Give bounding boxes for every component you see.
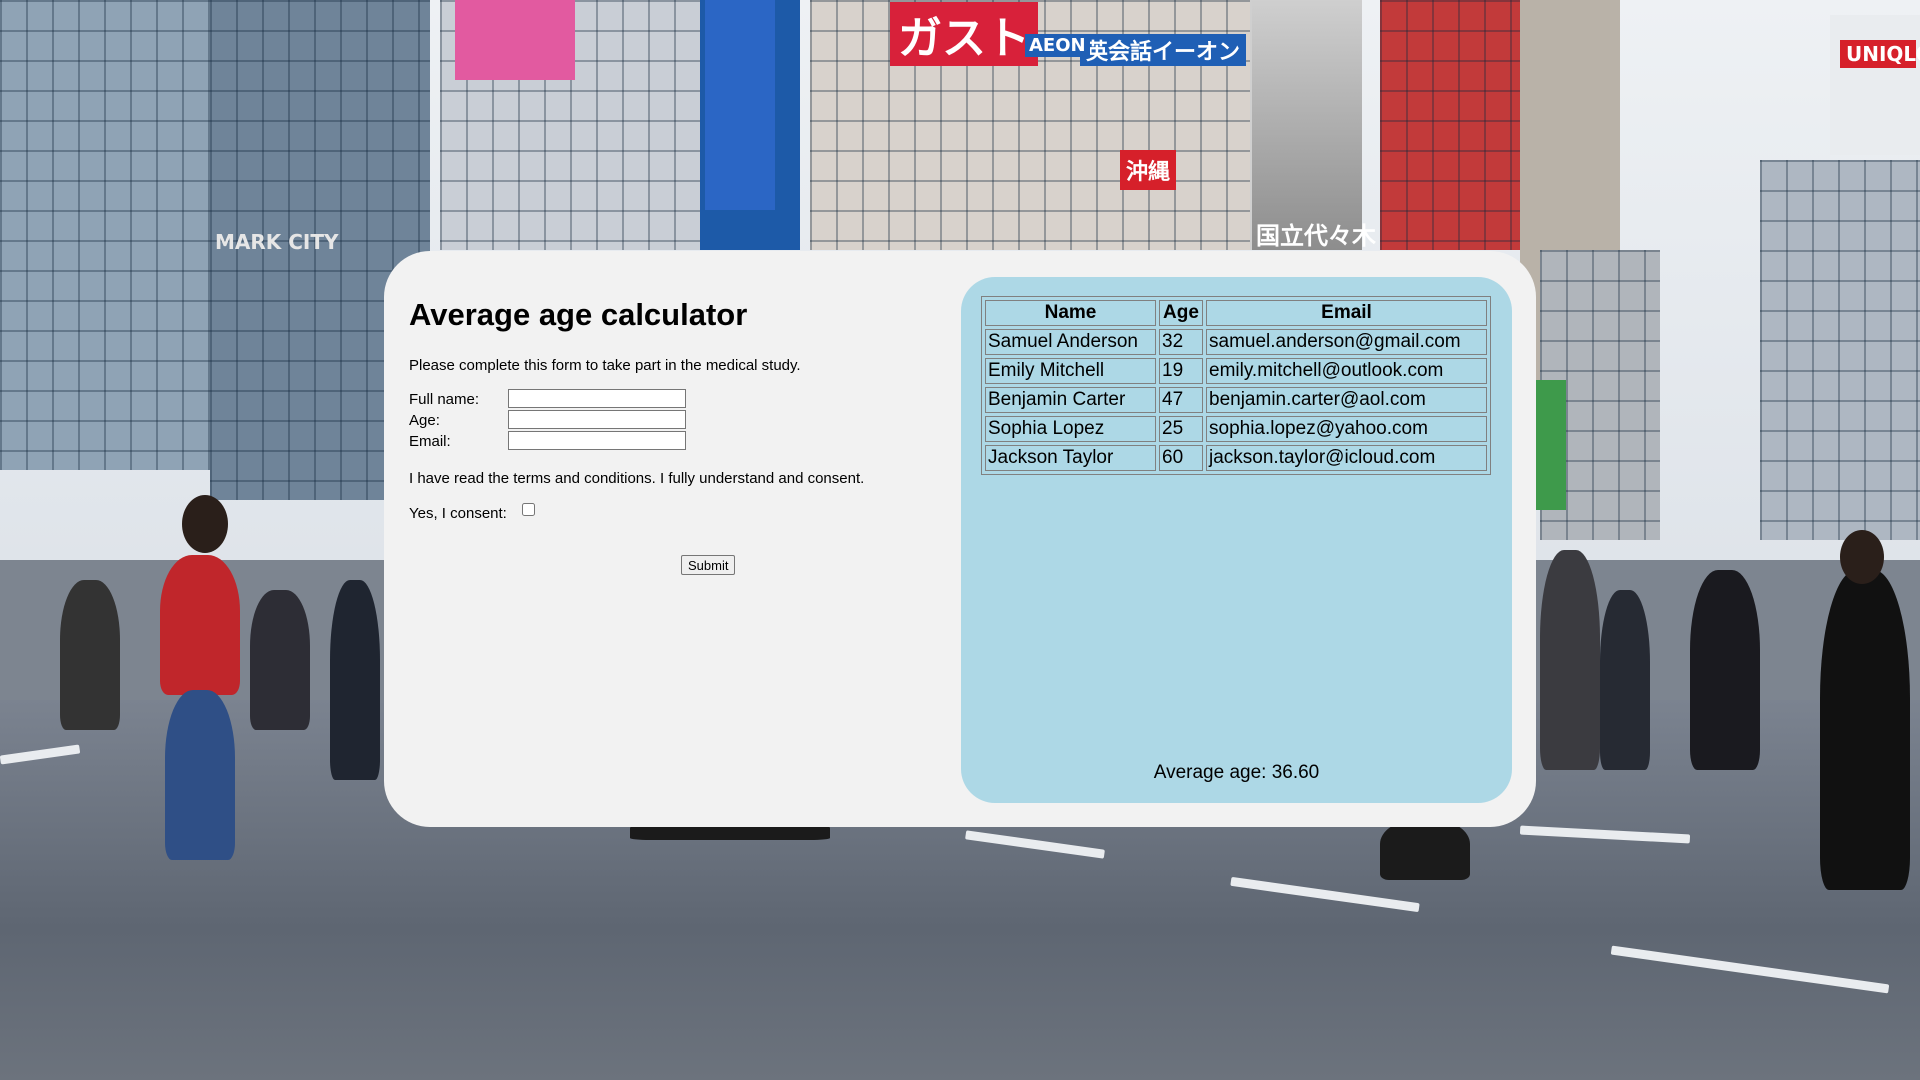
- sign-aeon-eikaiwa: 英会話イーオン: [1080, 34, 1247, 66]
- billboard: [1252, 0, 1362, 250]
- terms-text: I have read the terms and conditions. I …: [409, 470, 865, 487]
- full-name-label: Full name:: [409, 391, 480, 408]
- sign-okinawa: 沖縄: [1120, 150, 1177, 190]
- cell-age: 60: [1159, 445, 1203, 471]
- consent-row: Yes, I consent:: [409, 503, 929, 525]
- column-header-email: Email: [1206, 300, 1487, 326]
- table-row: Benjamin Carter 47 benjamin.carter@aol.c…: [985, 387, 1487, 413]
- form-area: Average age calculator Please complete t…: [409, 281, 929, 575]
- column-header-age: Age: [1159, 300, 1203, 326]
- pedestrian-head: [182, 495, 228, 553]
- building: [0, 0, 210, 470]
- pedestrian-head: [1840, 530, 1884, 584]
- pedestrian: [1540, 550, 1600, 770]
- age-row: Age:: [409, 410, 929, 431]
- cell-name: Samuel Anderson: [985, 329, 1156, 355]
- pedestrian: [1380, 820, 1470, 880]
- form-intro: Please complete this form to take part i…: [409, 357, 801, 374]
- building: [1830, 15, 1920, 155]
- email-input[interactable]: [508, 431, 686, 450]
- full-name-row: Full name:: [409, 389, 929, 410]
- cell-name: Sophia Lopez: [985, 416, 1156, 442]
- column-header-name: Name: [985, 300, 1156, 326]
- submit-button[interactable]: Submit: [681, 555, 736, 575]
- pink-billboard: [455, 0, 575, 80]
- email-row: Email:: [409, 431, 929, 452]
- table-row: Samuel Anderson 32 samuel.anderson@gmail…: [985, 329, 1487, 355]
- age-label: Age:: [409, 412, 440, 429]
- sign-mark-city: MARK CITY: [215, 230, 339, 254]
- pedestrian: [330, 580, 380, 780]
- pedestrian: [165, 690, 235, 860]
- sign-uniqlo: UNIQLO: [1840, 40, 1920, 68]
- pedestrian: [250, 590, 310, 730]
- results-panel: Name Age Email Samuel Anderson 32 samuel…: [961, 277, 1512, 803]
- cell-email: sophia.lopez@yahoo.com: [1206, 416, 1487, 442]
- building: [1536, 380, 1566, 510]
- full-name-input[interactable]: [508, 389, 686, 408]
- cell-name: Jackson Taylor: [985, 445, 1156, 471]
- sign-kokuritsu: 国立代々木: [1256, 222, 1376, 250]
- cell-name: Emily Mitchell: [985, 358, 1156, 384]
- email-label: Email:: [409, 433, 451, 450]
- cell-age: 32: [1159, 329, 1203, 355]
- cell-email: benjamin.carter@aol.com: [1206, 387, 1487, 413]
- cell-email: emily.mitchell@outlook.com: [1206, 358, 1487, 384]
- form-fields: Full name: Age: Email:: [409, 389, 929, 452]
- blue-banner: [705, 0, 775, 210]
- pedestrian: [60, 580, 120, 730]
- pedestrian: [1600, 590, 1650, 770]
- table-row: Jackson Taylor 60 jackson.taylor@icloud.…: [985, 445, 1487, 471]
- consent-label: Yes, I consent:: [409, 505, 507, 522]
- cell-email: samuel.anderson@gmail.com: [1206, 329, 1487, 355]
- cell-age: 47: [1159, 387, 1203, 413]
- participants-table: Name Age Email Samuel Anderson 32 samuel…: [981, 296, 1491, 475]
- sign-aeon: AEON: [1025, 34, 1090, 57]
- cell-age: 19: [1159, 358, 1203, 384]
- age-input[interactable]: [508, 410, 686, 429]
- cell-name: Benjamin Carter: [985, 387, 1156, 413]
- pedestrian: [1820, 570, 1910, 890]
- cell-age: 25: [1159, 416, 1203, 442]
- submit-wrap: Submit: [681, 555, 736, 575]
- main-panel: Average age calculator Please complete t…: [384, 251, 1536, 827]
- sign-gasuto: ガスト: [890, 2, 1038, 66]
- table-header-row: Name Age Email: [985, 300, 1487, 326]
- consent-checkbox[interactable]: [522, 503, 535, 516]
- building: [1380, 0, 1520, 250]
- page-title: Average age calculator: [409, 297, 748, 332]
- cell-email: jackson.taylor@icloud.com: [1206, 445, 1487, 471]
- pedestrian: [160, 555, 240, 695]
- average-age-text: Average age: 36.60: [1153, 762, 1320, 783]
- building: [1760, 160, 1920, 540]
- table-row: Sophia Lopez 25 sophia.lopez@yahoo.com: [985, 416, 1487, 442]
- table-row: Emily Mitchell 19 emily.mitchell@outlook…: [985, 358, 1487, 384]
- pedestrian: [1690, 570, 1760, 770]
